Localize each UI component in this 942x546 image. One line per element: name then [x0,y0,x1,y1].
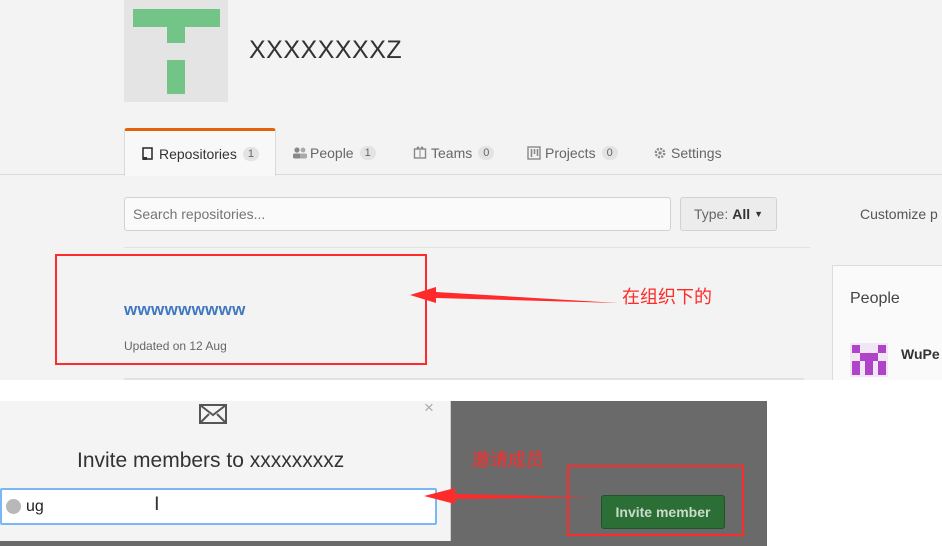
caret-down-icon: ▼ [754,209,764,219]
annotation-note-invite: 邀请成员 [472,450,544,470]
tab-people[interactable]: People 1 [292,130,376,175]
invite-member-input[interactable]: ug I [0,488,437,525]
annotation-highlight-repo [55,254,427,365]
envelope-icon [198,401,228,425]
org-page-screenshot: XXXXXXXXZ Repositories 1 People 1 Teams … [0,0,942,380]
text-cursor-icon: I [154,493,160,515]
people-sidebar-box: People WuPe [832,265,942,380]
repo-icon [141,146,155,161]
tab-teams[interactable]: Teams 0 [413,130,495,175]
member-avatar[interactable] [850,343,888,377]
annotation-highlight-button [567,465,744,536]
member-name[interactable]: WuPe [901,346,940,362]
invite-input-value: ug [26,498,44,515]
close-icon[interactable]: × [424,401,434,416]
gear-icon [653,146,667,160]
search-repositories-input[interactable] [124,197,671,231]
projects-icon [527,145,541,160]
tab-projects[interactable]: Projects 0 [527,130,618,175]
tab-label: Teams [431,144,473,161]
type-filter-value: All [732,206,751,222]
people-title: People [850,290,900,307]
invite-dialog-screenshot: × Invite members to xxxxxxxxz ug I 邀请成员 … [0,401,767,546]
tab-label: Projects [545,144,596,161]
org-avatar [124,0,228,102]
tab-settings[interactable]: Settings [653,130,722,175]
tab-label: Settings [671,144,722,161]
tab-count: 0 [601,145,618,160]
annotation-note-repo: 在组织下的 [622,287,712,307]
type-filter-button[interactable]: Type: All ▼ [680,197,777,231]
list-divider [124,247,810,248]
tab-repositories[interactable]: Repositories 1 [124,128,276,176]
tab-label: Repositories [159,145,237,162]
teams-icon [413,146,427,160]
invite-dialog: × Invite members to xxxxxxxxz ug I [0,401,451,541]
user-search-icon [6,499,21,514]
tab-count: 0 [478,145,495,160]
tab-count: 1 [359,145,376,160]
invite-dialog-title: Invite members to xxxxxxxxz [77,449,345,472]
type-filter-label: Type: [693,206,729,222]
repo-divider [124,378,804,380]
org-name: XXXXXXXXZ [249,36,403,64]
tab-count: 1 [242,146,259,161]
tab-label: People [310,144,354,161]
people-icon [292,146,307,160]
customize-link[interactable]: Customize p [860,206,938,222]
